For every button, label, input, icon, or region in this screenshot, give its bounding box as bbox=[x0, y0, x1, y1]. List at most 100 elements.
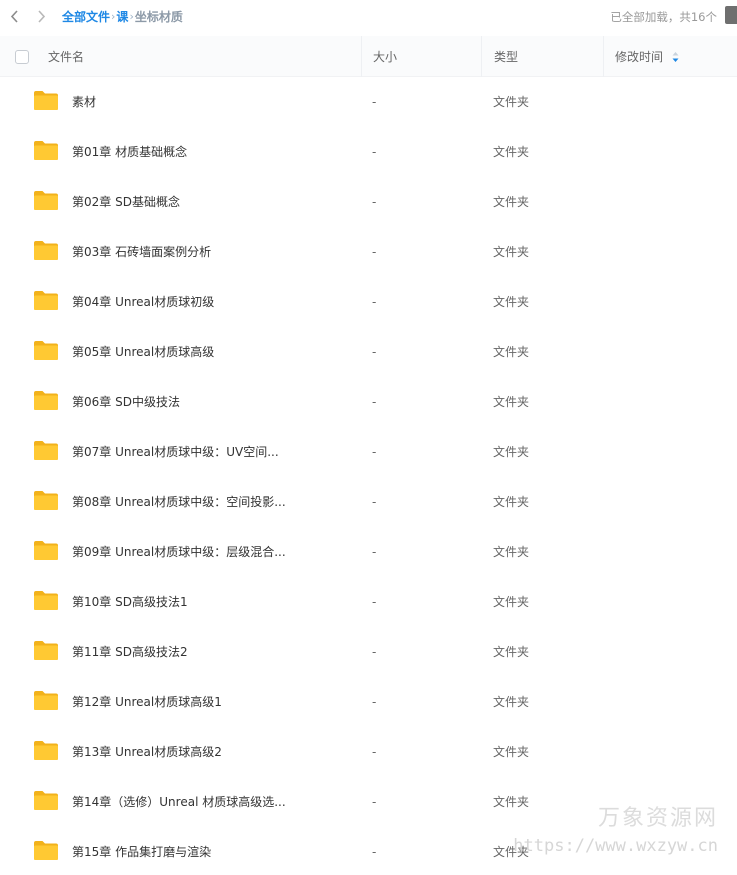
table-row[interactable]: 第05章 Unreal材质球高级 - 文件夹 bbox=[0, 327, 737, 377]
folder-icon bbox=[34, 741, 58, 760]
column-header-name[interactable]: 文件名 bbox=[48, 36, 84, 77]
breadcrumb-root[interactable]: 全部文件 bbox=[62, 8, 110, 25]
folder-icon bbox=[34, 691, 58, 710]
breadcrumb-separator: › bbox=[111, 10, 116, 23]
table-row[interactable]: 第07章 Unreal材质球中级：UV空间... - 文件夹 bbox=[0, 427, 737, 477]
back-button[interactable] bbox=[6, 7, 22, 25]
folder-icon bbox=[34, 591, 58, 610]
column-header-type[interactable]: 类型 bbox=[481, 36, 603, 77]
file-name[interactable]: 第11章 SD高级技法2 bbox=[72, 627, 188, 677]
file-name[interactable]: 第08章 Unreal材质球中级：空间投影... bbox=[72, 477, 286, 527]
file-name[interactable]: 第03章 石砖墙面案例分析 bbox=[72, 227, 211, 277]
table-header: 文件名 大小 类型 修改时间 bbox=[0, 36, 737, 77]
file-name[interactable]: 第13章 Unreal材质球高级2 bbox=[72, 727, 222, 777]
table-row[interactable]: 素材 - 文件夹 bbox=[0, 77, 737, 127]
file-name[interactable]: 第15章 作品集打磨与渲染 bbox=[72, 827, 211, 875]
folder-icon bbox=[34, 291, 58, 310]
file-name[interactable]: 素材 bbox=[72, 77, 96, 127]
table-row[interactable]: 第08章 Unreal材质球中级：空间投影... - 文件夹 bbox=[0, 477, 737, 527]
folder-icon bbox=[34, 491, 58, 510]
file-size: - bbox=[372, 695, 377, 709]
file-type: 文件夹 bbox=[493, 745, 530, 759]
file-type: 文件夹 bbox=[493, 195, 530, 209]
table-row[interactable]: 第06章 SD中级技法 - 文件夹 bbox=[0, 377, 737, 427]
folder-icon bbox=[34, 391, 58, 410]
file-type: 文件夹 bbox=[493, 145, 530, 159]
folder-icon bbox=[34, 441, 58, 460]
file-size: - bbox=[372, 645, 377, 659]
table-row[interactable]: 第10章 SD高级技法1 - 文件夹 bbox=[0, 577, 737, 627]
file-size: - bbox=[372, 445, 377, 459]
file-size: - bbox=[372, 145, 377, 159]
chevron-right-icon bbox=[37, 9, 45, 23]
folder-icon bbox=[34, 841, 58, 860]
file-type: 文件夹 bbox=[493, 595, 530, 609]
file-type: 文件夹 bbox=[493, 695, 530, 709]
file-size: - bbox=[372, 745, 377, 759]
file-list: 素材 - 文件夹 第01章 材质基础概念 - 文件夹 第02章 SD基础概念 - 文件夹 第03章… bbox=[0, 77, 737, 875]
file-size: - bbox=[372, 795, 377, 809]
table-row[interactable]: 第09章 Unreal材质球中级：层级混合... - 文件夹 bbox=[0, 527, 737, 577]
file-type: 文件夹 bbox=[493, 795, 530, 809]
column-header-size[interactable]: 大小 bbox=[361, 36, 481, 77]
file-size: - bbox=[372, 245, 377, 259]
folder-icon bbox=[34, 241, 58, 260]
file-size: - bbox=[372, 595, 377, 609]
breadcrumb-current: 坐标材质 bbox=[134, 10, 183, 24]
folder-icon bbox=[34, 791, 58, 810]
file-type: 文件夹 bbox=[493, 845, 530, 859]
folder-icon bbox=[34, 91, 58, 110]
breadcrumb: 全部文件 › 课 › 坐标材质 bbox=[62, 8, 183, 25]
file-name[interactable]: 第04章 Unreal材质球初级 bbox=[72, 277, 214, 327]
breadcrumb-separator: › bbox=[129, 10, 134, 23]
file-name[interactable]: 第12章 Unreal材质球高级1 bbox=[72, 677, 222, 727]
table-row[interactable]: 第14章（选修）Unreal 材质球高级选... - 文件夹 bbox=[0, 777, 737, 827]
table-row[interactable]: 第12章 Unreal材质球高级1 - 文件夹 bbox=[0, 677, 737, 727]
file-size: - bbox=[372, 545, 377, 559]
file-type: 文件夹 bbox=[493, 295, 530, 309]
chevron-left-icon bbox=[10, 9, 18, 23]
folder-icon bbox=[34, 191, 58, 210]
file-type: 文件夹 bbox=[493, 395, 530, 409]
column-header-type-label: 类型 bbox=[494, 50, 519, 64]
file-name[interactable]: 第09章 Unreal材质球中级：层级混合... bbox=[72, 527, 286, 577]
file-type: 文件夹 bbox=[493, 245, 530, 259]
file-type: 文件夹 bbox=[493, 95, 530, 109]
sort-icon[interactable] bbox=[672, 51, 679, 63]
side-panel-tab[interactable] bbox=[725, 6, 737, 24]
file-size: - bbox=[372, 295, 377, 309]
file-size: - bbox=[372, 345, 377, 359]
toolbar: 全部文件 › 课 › 坐标材质 已全部加载，共16个 bbox=[0, 0, 737, 34]
folder-icon bbox=[34, 141, 58, 160]
file-name[interactable]: 第10章 SD高级技法1 bbox=[72, 577, 188, 627]
table-row[interactable]: 第03章 石砖墙面案例分析 - 文件夹 bbox=[0, 227, 737, 277]
file-name[interactable]: 第05章 Unreal材质球高级 bbox=[72, 327, 214, 377]
file-type: 文件夹 bbox=[493, 495, 530, 509]
table-row[interactable]: 第13章 Unreal材质球高级2 - 文件夹 bbox=[0, 727, 737, 777]
file-size: - bbox=[372, 495, 377, 509]
forward-button[interactable] bbox=[33, 7, 49, 25]
file-size: - bbox=[372, 95, 377, 109]
file-name[interactable]: 第06章 SD中级技法 bbox=[72, 377, 180, 427]
table-row[interactable]: 第11章 SD高级技法2 - 文件夹 bbox=[0, 627, 737, 677]
file-name[interactable]: 第02章 SD基础概念 bbox=[72, 177, 180, 227]
table-row[interactable]: 第15章 作品集打磨与渲染 - 文件夹 bbox=[0, 827, 737, 875]
table-row[interactable]: 第04章 Unreal材质球初级 - 文件夹 bbox=[0, 277, 737, 327]
file-size: - bbox=[372, 395, 377, 409]
column-header-mtime[interactable]: 修改时间 bbox=[603, 36, 737, 77]
folder-icon bbox=[34, 341, 58, 360]
breadcrumb-level1[interactable]: 课 bbox=[116, 8, 128, 25]
file-name[interactable]: 第07章 Unreal材质球中级：UV空间... bbox=[72, 427, 279, 477]
select-all-checkbox[interactable] bbox=[15, 50, 29, 64]
file-type: 文件夹 bbox=[493, 345, 530, 359]
file-name[interactable]: 第01章 材质基础概念 bbox=[72, 127, 187, 177]
file-name[interactable]: 第14章（选修）Unreal 材质球高级选... bbox=[72, 777, 286, 827]
file-type: 文件夹 bbox=[493, 645, 530, 659]
table-row[interactable]: 第01章 材质基础概念 - 文件夹 bbox=[0, 127, 737, 177]
file-type: 文件夹 bbox=[493, 545, 530, 559]
column-header-size-label: 大小 bbox=[373, 50, 398, 64]
folder-icon bbox=[34, 541, 58, 560]
table-row[interactable]: 第02章 SD基础概念 - 文件夹 bbox=[0, 177, 737, 227]
file-size: - bbox=[372, 195, 377, 209]
file-size: - bbox=[372, 845, 377, 859]
